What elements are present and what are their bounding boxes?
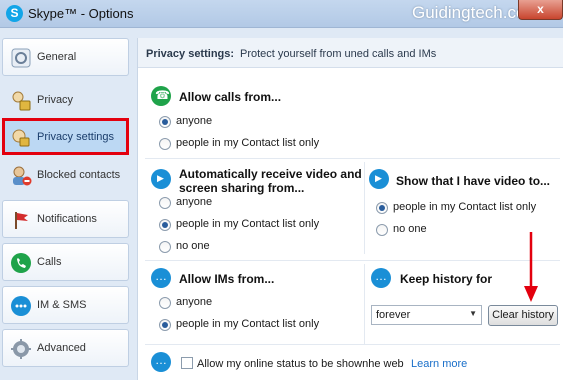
chat-icon <box>11 296 31 316</box>
sidebar-item-privacy-settings[interactable]: Privacy settings <box>2 118 129 155</box>
sidebar: General Privacy Privacy settings Blocked… <box>0 30 137 380</box>
online-status-label-main: Allow my online status to be shown <box>197 358 369 370</box>
option-label: no one <box>393 223 427 235</box>
skype-gear-icon <box>11 48 31 68</box>
sidebar-item-label: Advanced <box>37 342 86 354</box>
flag-icon <box>15 212 28 229</box>
divider <box>145 158 560 159</box>
radio-button[interactable] <box>159 319 171 331</box>
divider <box>145 344 560 345</box>
radio-button[interactable] <box>376 224 388 236</box>
privacy-settings-icon <box>12 129 30 147</box>
ims-title: Allow IMs from... <box>179 272 275 286</box>
window-title: Skype™ - Options <box>28 6 134 21</box>
select-value: forever <box>376 309 411 321</box>
chevron-down-icon: ▼ <box>469 309 477 318</box>
radio-button[interactable] <box>159 197 171 209</box>
show-video-title: Show that I have video to... <box>396 174 551 188</box>
privacy-lock-icon <box>12 91 31 111</box>
sidebar-item-privacy[interactable]: Privacy <box>2 81 129 119</box>
radio-button[interactable] <box>159 116 171 128</box>
sidebar-item-advanced[interactable]: Advanced <box>2 329 129 367</box>
online-status-label-tail: he web <box>368 358 404 370</box>
history-duration-select[interactable]: forever ▼ <box>371 305 482 325</box>
page-subtitle: Protect yourself from uned calls and IMs <box>240 48 437 60</box>
blocked-contact-icon <box>13 166 32 186</box>
radio-button[interactable] <box>159 241 171 253</box>
close-button[interactable]: x <box>518 0 563 20</box>
skype-logo-icon: S <box>6 5 23 22</box>
option-label: anyone <box>176 196 213 208</box>
learn-more-link[interactable]: Learn more <box>411 358 467 370</box>
radio-button[interactable] <box>159 219 171 231</box>
video-camera-icon <box>151 169 171 189</box>
calls-title: Allow calls from... <box>179 90 282 104</box>
radio-button[interactable] <box>159 297 171 309</box>
divider <box>364 162 365 254</box>
option-label: people in my Contact list only <box>176 218 320 230</box>
sidebar-item-general[interactable]: General <box>2 38 129 76</box>
sidebar-item-label: Notifications <box>37 213 97 225</box>
gear-icon <box>11 339 31 359</box>
sidebar-item-im-sms[interactable]: IM & SMS <box>2 286 129 324</box>
option-label: anyone <box>176 115 213 127</box>
divider <box>364 264 365 344</box>
annotation-arrow-icon <box>524 232 538 302</box>
sidebar-item-label: General <box>37 51 77 63</box>
option-label: people in my Contact list only <box>176 137 320 149</box>
option-label: anyone <box>176 296 213 308</box>
chat-icon <box>151 268 171 288</box>
sidebar-item-label: Privacy <box>37 94 74 106</box>
sidebar-item-blocked-contacts[interactable]: Blocked contacts <box>2 156 129 194</box>
option-label: people in my Contact list only <box>393 201 537 213</box>
sidebar-item-label: Calls <box>37 256 62 268</box>
sidebar-item-label: IM & SMS <box>37 299 87 311</box>
sidebar-item-calls[interactable]: Calls <box>2 243 129 281</box>
phone-icon <box>11 253 31 273</box>
option-label: people in my Contact list only <box>176 318 320 330</box>
sidebar-item-label: Privacy settings <box>37 131 115 143</box>
phone-icon <box>151 86 171 106</box>
sidebar-item-notifications[interactable]: Notifications <box>2 200 129 238</box>
video-title: Automatically receive video and screen s… <box>179 167 362 195</box>
option-label: no one <box>176 240 210 252</box>
divider <box>145 260 560 261</box>
radio-button[interactable] <box>159 138 171 150</box>
chat-icon <box>371 268 391 288</box>
online-status-checkbox[interactable] <box>181 357 193 369</box>
online-status-label: Allow my online status to be shownhe web <box>197 358 404 370</box>
panel-header: Privacy settings: Protect yourself from … <box>138 38 563 68</box>
sidebar-item-label: Blocked contacts <box>37 169 121 181</box>
page-title: Privacy settings: <box>146 48 235 60</box>
title-bar: S Skype™ - Options Guidingtech.com x <box>0 0 563 28</box>
radio-button[interactable] <box>376 202 388 214</box>
video-camera-icon <box>369 169 389 189</box>
history-title: Keep history for <box>400 272 493 286</box>
skype-status-icon <box>151 352 171 372</box>
clear-history-button[interactable]: Clear history <box>488 305 558 326</box>
